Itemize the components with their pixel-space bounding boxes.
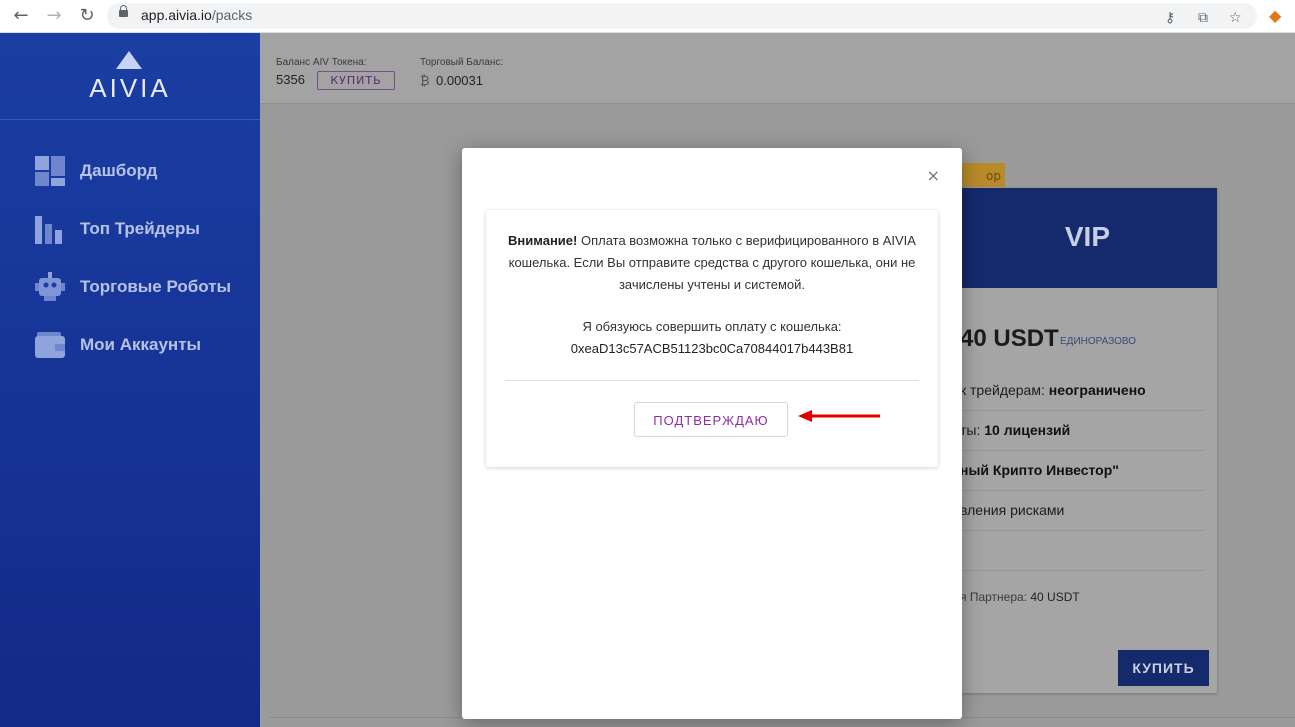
sidebar-item-trading-robots[interactable]: Торговые Роботы	[35, 271, 231, 303]
vip-feature-row: к трейдерам: неограничено	[960, 370, 1205, 411]
url-text: app.aivia.io/packs	[141, 7, 253, 23]
logo[interactable]: AIVIA	[0, 33, 260, 120]
key-icon[interactable]: ⚷	[1165, 10, 1175, 26]
warning-panel: Внимание! Оплата возможна только с вериф…	[486, 210, 938, 467]
forward-icon[interactable]: →	[43, 5, 65, 27]
robot-icon	[35, 272, 65, 302]
metamask-fox-icon[interactable]: ◆	[1269, 6, 1281, 25]
trading-balance-value: 0.00031	[436, 73, 483, 88]
vip-feature-row: ный Крипто Инвестор"	[960, 450, 1205, 491]
logo-triangle-icon	[116, 51, 142, 69]
vip-feature-row: ты: 10 лицензий	[960, 410, 1205, 451]
red-arrow-annotation	[798, 410, 880, 422]
sidebar-item-my-accounts[interactable]: Мои Аккаунты	[35, 329, 201, 361]
token-balance-value: 5356	[276, 72, 305, 87]
confirm-wallet-modal: × Внимание! Оплата возможна только с вер…	[462, 148, 962, 719]
wallet-address: 0xeaD13c57ACB51123bc0Ca70844017b443B81	[570, 341, 854, 356]
buy-token-button[interactable]: КУПИТЬ	[317, 71, 395, 90]
dashboard-icon	[35, 156, 65, 186]
logo-text: AIVIA	[89, 73, 171, 103]
pledge-text: Я обязуюсь совершить оплату с кошелька:	[582, 319, 842, 334]
warning-text: Внимание! Оплата возможна только с вериф…	[508, 233, 916, 292]
sidebar-item-dashboard[interactable]: Дашборд	[35, 155, 157, 187]
token-balance-label: Баланс AIV Токена:	[276, 57, 367, 68]
vip-title: VIP	[1064, 221, 1110, 252]
translate-icon[interactable]: ⧉	[1198, 10, 1208, 26]
sidebar-item-top-traders[interactable]: Топ Трейдеры	[35, 213, 200, 245]
back-icon[interactable]: ←	[10, 5, 32, 27]
trading-balance-label: Торговый Баланс:	[420, 57, 504, 68]
sidebar: AIVIA Дашборд Топ Трейдеры Торговые Робо…	[0, 33, 260, 727]
vip-pack-card: VIP 40 USDT ЕДИНОРАЗОВО к трейдерам: нео…	[960, 188, 1217, 693]
vip-price-note: ЕДИНОРАЗОВО	[1060, 336, 1137, 347]
vip-buy-button[interactable]: КУПИТЬ	[1118, 650, 1209, 686]
popular-ribbon: ор	[960, 163, 1005, 187]
divider	[505, 380, 919, 381]
lock-icon	[119, 5, 128, 17]
vip-price: 40 USDT	[960, 325, 1059, 352]
vip-card-header: VIP	[960, 188, 1217, 288]
close-icon[interactable]: ×	[927, 168, 940, 184]
address-bar[interactable]: app.aivia.io/packs ⚷ ⧉ ☆	[107, 3, 1257, 29]
vip-partner-reward: я Партнера: 40 USDT	[960, 590, 1080, 604]
vip-feature-row: вления рисками	[960, 490, 1205, 531]
wallet-icon	[35, 330, 65, 360]
bar-chart-icon	[35, 214, 65, 244]
balance-bar: Баланс AIV Токена: 5356 КУПИТЬ Торговый …	[260, 33, 1295, 104]
reload-icon[interactable]: ↻	[76, 5, 98, 27]
star-icon[interactable]: ☆	[1229, 10, 1242, 26]
confirm-button[interactable]: ПОДТВЕРЖДАЮ	[634, 402, 788, 437]
vip-feature-row	[960, 530, 1205, 571]
browser-toolbar: ← → ↻ app.aivia.io/packs ⚷ ⧉ ☆ ◆	[0, 0, 1295, 33]
bitcoin-icon: ₿	[420, 73, 430, 88]
